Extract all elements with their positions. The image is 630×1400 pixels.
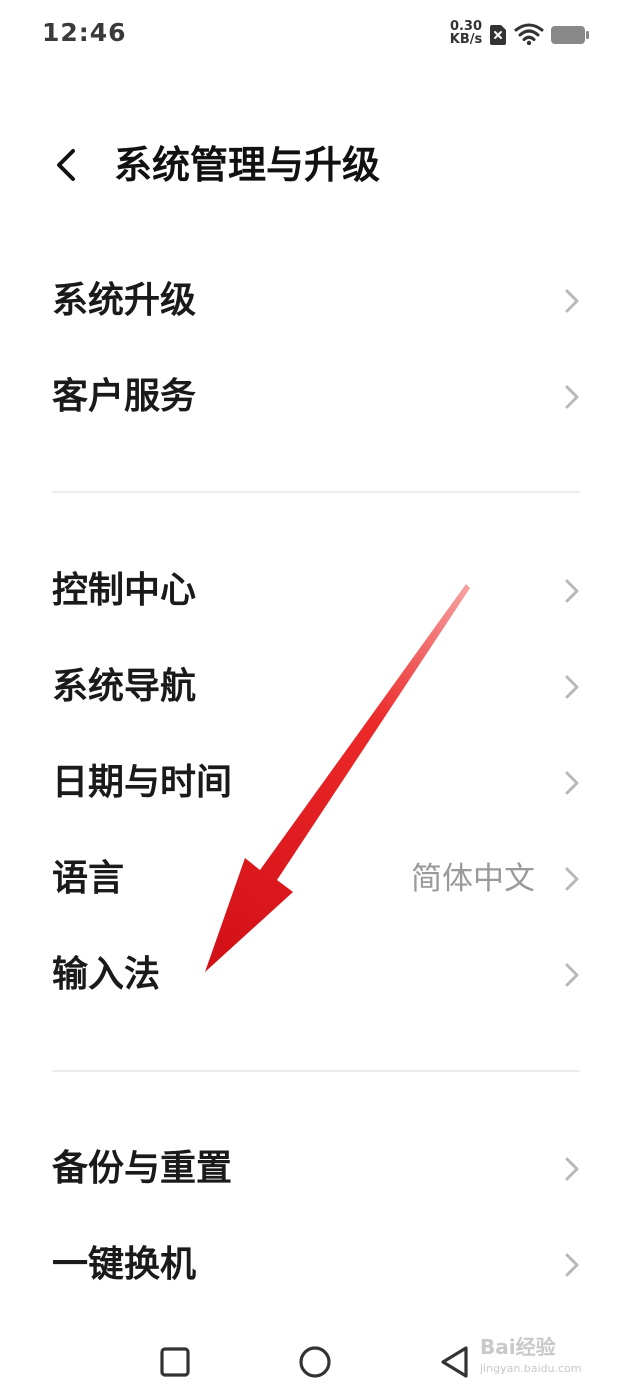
net-speed: 0.30 KB/s: [446, 20, 486, 46]
page-header: 系统管理与升级: [0, 120, 630, 210]
settings-item-label: 备份与重置: [52, 1148, 233, 1189]
settings-item-label: 控制中心: [52, 570, 197, 611]
status-time: 12:46: [42, 18, 127, 47]
net-speed-unit: KB/s: [449, 32, 483, 47]
settings-item-label: 系统升级: [52, 280, 197, 321]
watermark: Bai经验 jingyan.baidu.com: [480, 1336, 625, 1394]
settings-item-backup-reset[interactable]: 备份与重置: [0, 1124, 630, 1214]
group-divider: [52, 1070, 580, 1072]
page-title: 系统管理与升级: [114, 143, 381, 187]
settings-item-label: 客户服务: [52, 376, 197, 417]
watermark-subtext: jingyan.baidu.com: [480, 1362, 582, 1375]
settings-item-label: 一键换机: [52, 1244, 197, 1285]
chevron-right-icon: [565, 1157, 579, 1181]
chevron-right-icon: [565, 1253, 579, 1277]
watermark-text: Bai经验: [480, 1335, 556, 1359]
chevron-right-icon: [565, 771, 579, 795]
recents-square-icon[interactable]: [153, 1340, 197, 1384]
settings-item-system-navigation[interactable]: 系统导航: [0, 642, 630, 732]
settings-item-label: 语言: [52, 858, 125, 899]
wifi-icon: [514, 23, 544, 46]
group-divider: [52, 491, 580, 493]
chevron-right-icon: [565, 675, 579, 699]
settings-screen: 12:46 0.30 KB/s 系统管理与升级 系统升级 客户服务 控制中心 系…: [0, 0, 630, 1400]
settings-item-system-upgrade[interactable]: 系统升级: [0, 256, 630, 346]
settings-item-control-center[interactable]: 控制中心: [0, 546, 630, 636]
settings-item-label: 系统导航: [52, 666, 197, 707]
chevron-right-icon: [565, 579, 579, 603]
settings-item-input-method[interactable]: 输入法: [0, 930, 630, 1020]
chevron-right-icon: [565, 385, 579, 409]
status-bar: 12:46 0.30 KB/s: [0, 0, 630, 70]
settings-item-label: 输入法: [52, 954, 161, 995]
settings-item-date-time[interactable]: 日期与时间: [0, 738, 630, 828]
sim-disabled-icon: [490, 25, 506, 45]
settings-item-customer-service[interactable]: 客户服务: [0, 352, 630, 442]
settings-item-label: 日期与时间: [52, 762, 233, 803]
chevron-left-icon: [57, 149, 75, 181]
chevron-right-icon: [565, 289, 579, 313]
home-circle-icon[interactable]: [293, 1340, 337, 1384]
chevron-right-icon: [565, 963, 579, 987]
battery-icon: [551, 26, 589, 44]
settings-item-language[interactable]: 语言 简体中文: [0, 834, 630, 924]
chevron-right-icon: [565, 867, 579, 891]
settings-item-value: 简体中文: [411, 861, 535, 897]
settings-item-phone-clone[interactable]: 一键换机: [0, 1220, 630, 1310]
back-triangle-icon[interactable]: [433, 1340, 477, 1384]
back-button[interactable]: [44, 140, 88, 190]
